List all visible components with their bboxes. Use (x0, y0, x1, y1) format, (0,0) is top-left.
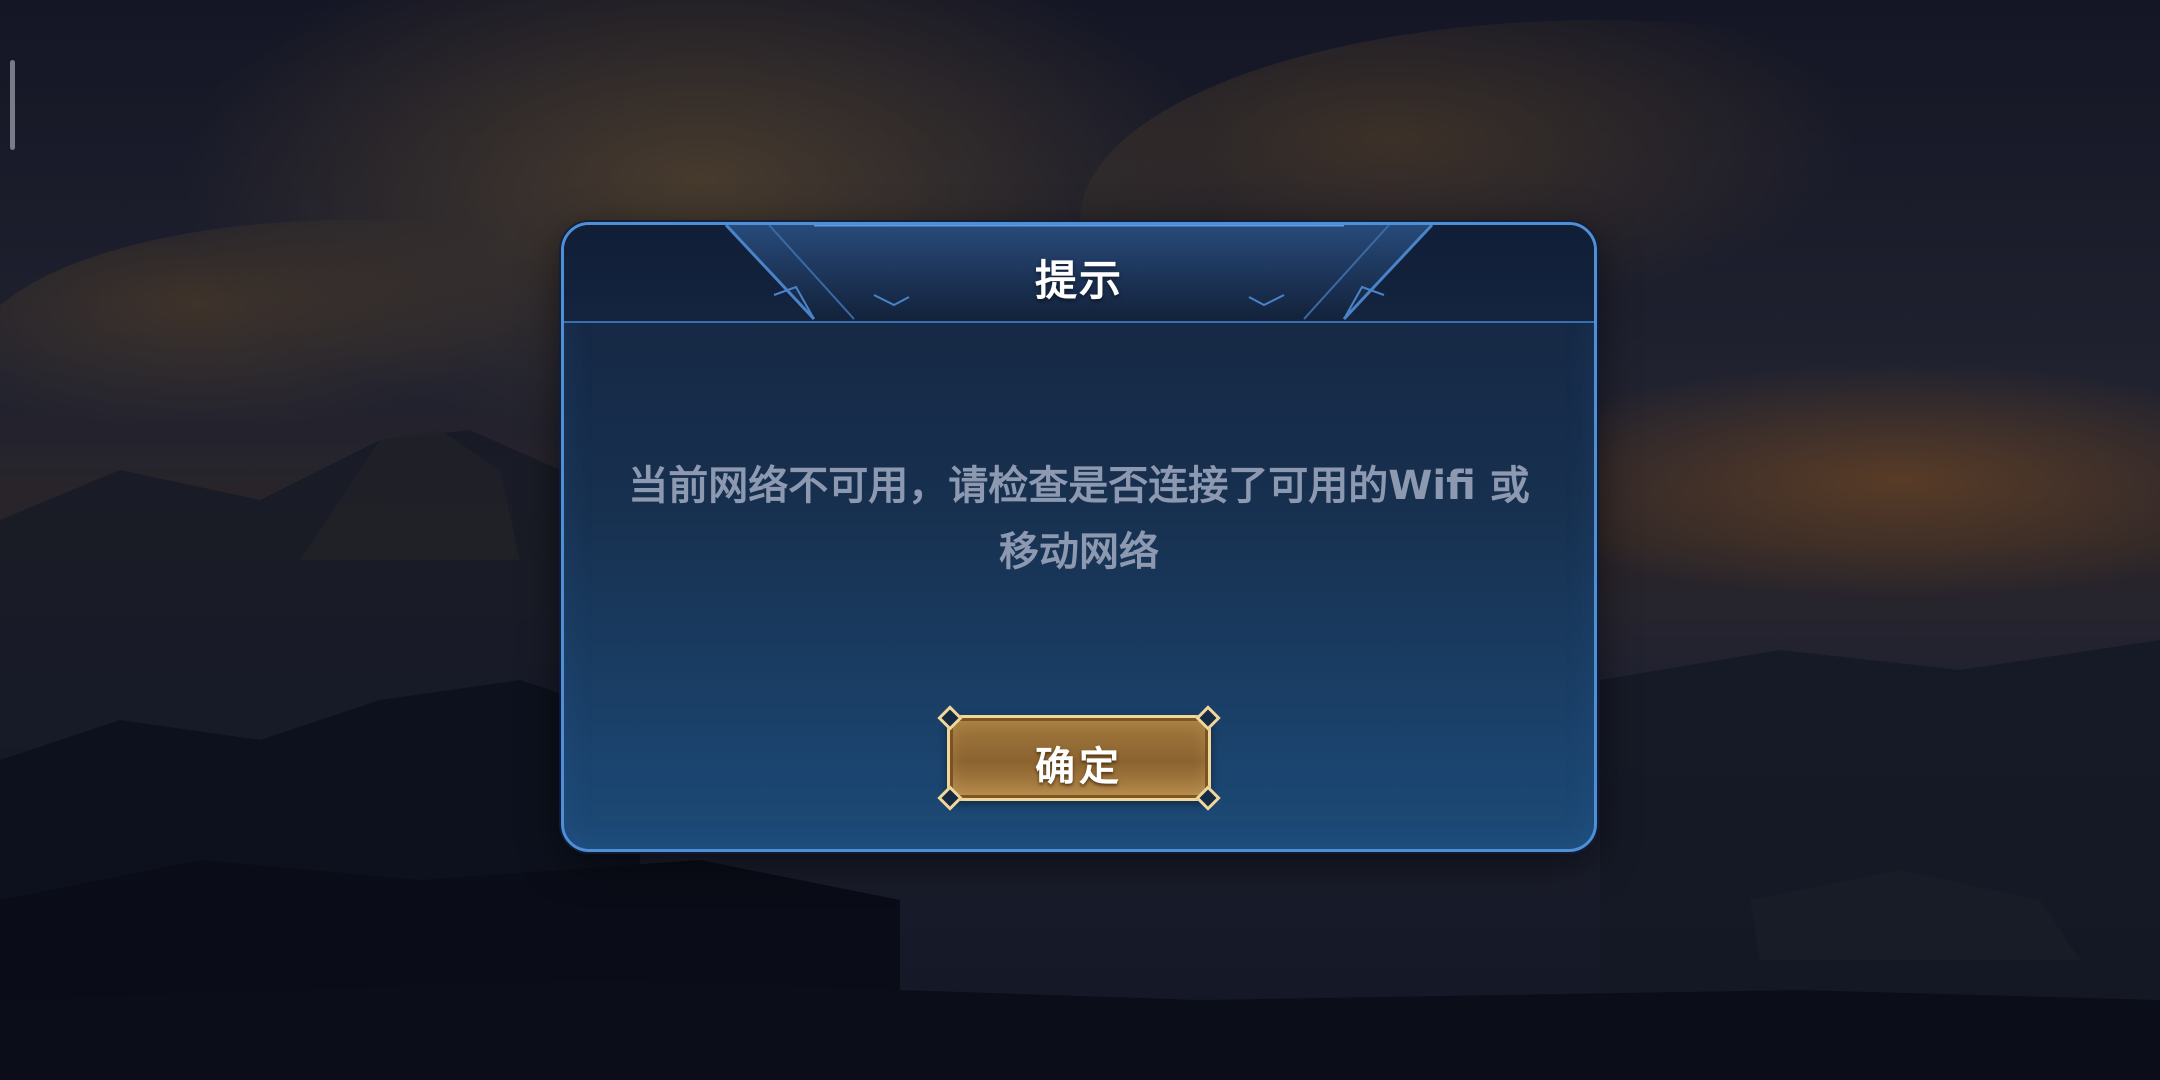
network-alert-dialog: 提示 当前网络不可用，请检查是否连接了可用的Wifi 或移动网络 确定 (561, 222, 1597, 852)
game-screen: 提示 当前网络不可用，请检查是否连接了可用的Wifi 或移动网络 确定 (0, 0, 2160, 1080)
button-corner-ornament (1195, 705, 1221, 731)
confirm-button-label: 确定 (1035, 744, 1123, 790)
confirm-button[interactable]: 确定 (937, 705, 1221, 811)
button-corner-ornament (937, 705, 963, 731)
side-drawer-handle[interactable] (10, 60, 15, 150)
dialog-title: 提示 (1034, 256, 1123, 305)
dialog-message: 当前网络不可用，请检查是否连接了可用的Wifi 或移动网络 (628, 463, 1530, 575)
dialog-header: 提示 (564, 225, 1594, 323)
